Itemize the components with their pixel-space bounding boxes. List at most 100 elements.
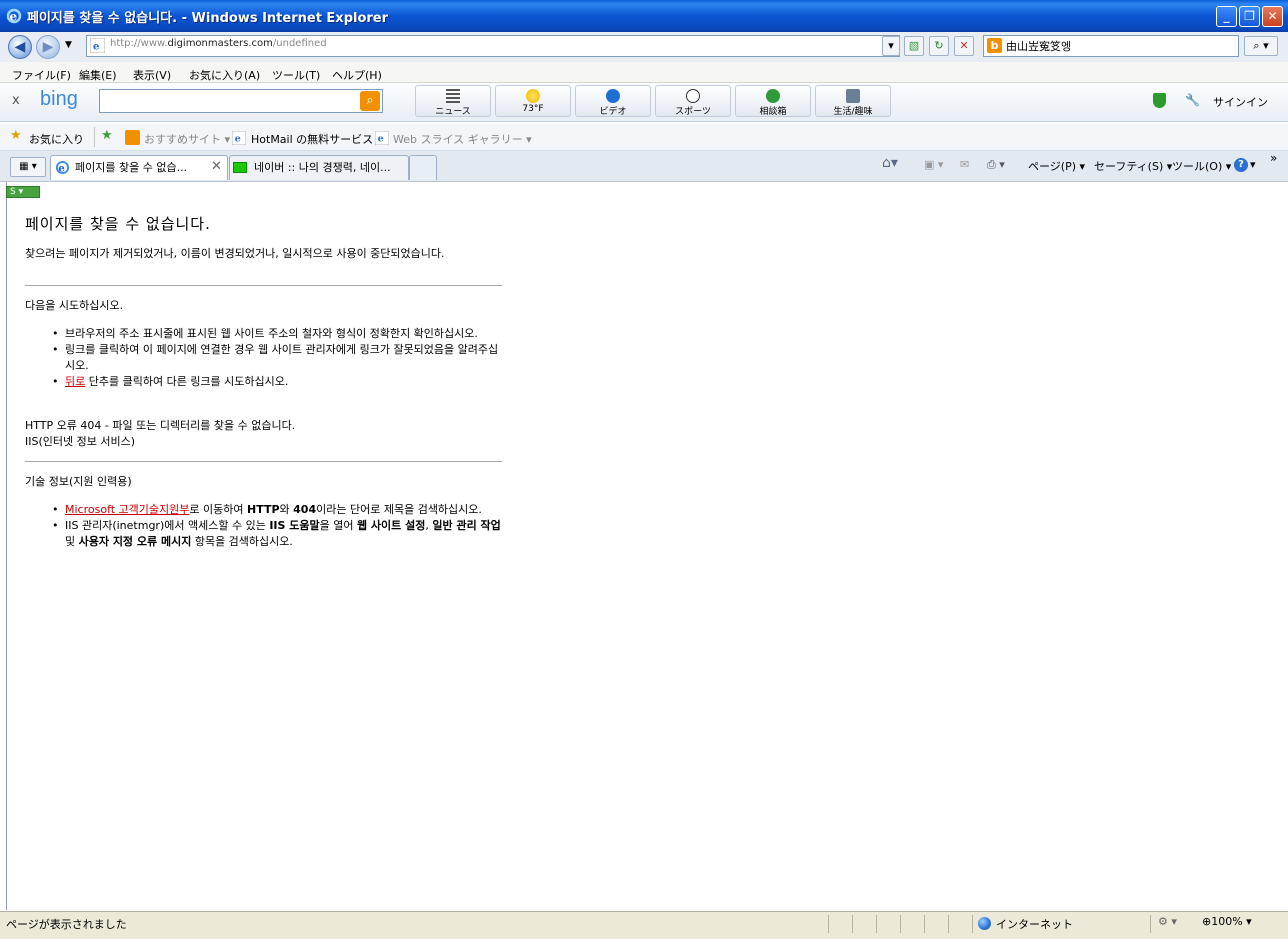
tab-active-label: 페이지를 찾을 수 없습... — [75, 161, 188, 174]
error-line: HTTP 오류 404 - 파일 또는 디렉터리를 찾을 수 없습니다. — [25, 419, 296, 432]
status-divider — [948, 915, 949, 933]
bing-logo: bing — [40, 88, 78, 110]
status-divider — [900, 915, 901, 933]
home-icon[interactable]: ⌂▾ — [882, 155, 898, 171]
menu-file[interactable]: ファイル(F) — [12, 67, 71, 83]
close-button[interactable]: ✕ — [1262, 6, 1283, 27]
address-dropdown-icon[interactable]: ▾ — [882, 36, 900, 56]
safety-menu[interactable]: セーフティ(S) ▾ — [1094, 158, 1172, 174]
addon-badge-icon[interactable]: S ▾ — [6, 186, 40, 198]
forward-button[interactable]: ▶ — [36, 35, 60, 59]
svg-text:e: e — [378, 134, 384, 145]
compat-view-icon[interactable]: ▧ — [904, 36, 924, 56]
bing-search-provider-icon: b — [987, 38, 1002, 53]
tab-active[interactable]: 페이지를 찾을 수 없습... — [50, 155, 228, 180]
security-shield-icon[interactable] — [1153, 93, 1166, 108]
hotmail-ie-icon: e — [232, 131, 246, 145]
more-commands-button[interactable]: » — [1270, 151, 1277, 165]
status-divider — [876, 915, 877, 933]
search-input-value: 由山岦寃笅엥 — [1006, 40, 1072, 53]
menu-view[interactable]: 表示(V) — [133, 67, 171, 83]
tools-menu[interactable]: ツール(O) ▾ — [1172, 158, 1231, 174]
tab-naver-label: 네이버 :: 나의 경쟁력, 네이... — [254, 161, 391, 174]
status-divider — [852, 915, 853, 933]
suggestion-item: 링크를 클릭하여 이 페이지에 연결한 경우 웹 사이트 관리자에게 링크가 잘… — [47, 342, 503, 374]
bing-sports-button[interactable]: スポーツ — [655, 85, 731, 117]
menu-tools[interactable]: ツール(T) — [272, 67, 320, 83]
internet-zone-globe-icon — [978, 917, 991, 930]
page-heading: 페이지를 찾을 수 없습니다. — [25, 215, 211, 233]
tech-item: Microsoft 고객기술지원부로 이동하여 HTTP와 404이라는 단어로… — [47, 502, 503, 518]
bing-search-input[interactable] — [99, 89, 383, 113]
back-button[interactable]: ◀ — [8, 35, 32, 59]
quick-tabs-icon[interactable]: ▦ ▾ — [10, 157, 46, 177]
bing-news-button[interactable]: ニュース — [415, 85, 491, 117]
bing-weather-button[interactable]: 73°F — [495, 85, 571, 117]
add-favorites-icon[interactable]: ★ — [101, 128, 113, 143]
back-link[interactable]: 뒤로 — [65, 375, 85, 388]
status-divider — [828, 915, 829, 933]
suggestion-item: 브라우저의 주소 표시줄에 표시된 웹 사이트 주소의 철자와 형식이 정확한지… — [47, 326, 503, 342]
bing-search-icon[interactable]: ⌕ — [360, 91, 380, 111]
maximize-button[interactable]: ❐ — [1239, 6, 1260, 27]
read-mail-icon[interactable]: ✉ — [960, 158, 969, 171]
status-bar — [0, 911, 1288, 939]
window-title: 페이지를 찾을 수 없습니다. - Windows Internet Explo… — [27, 11, 389, 26]
protected-mode-icon[interactable]: ⚙ ▾ — [1158, 915, 1177, 928]
news-icon — [446, 89, 460, 103]
new-tab-button[interactable] — [409, 155, 437, 180]
fav-item-recommended[interactable]: おすすめサイト ▾ — [144, 131, 230, 147]
security-zone[interactable]: インターネット — [996, 916, 1073, 932]
intro-text: 찾으려는 페이지가 제거되었거나, 이름이 변경되었거나, 일시적으로 사용이 … — [25, 247, 445, 260]
tab-naver[interactable]: 네이버 :: 나의 경쟁력, 네이... — [229, 155, 409, 180]
qa-icon — [766, 89, 780, 103]
iis-line: IIS(인터넷 정보 서비스) — [25, 435, 136, 448]
tech-list: Microsoft 고객기술지원부로 이동하여 HTTP와 404이라는 단어로… — [47, 502, 503, 550]
bing-signin-link[interactable]: サインイン — [1213, 94, 1268, 110]
suggestion-list: 브라우저의 주소 표시줄에 표시된 웹 사이트 주소의 철자와 형식이 정확한지… — [47, 326, 503, 390]
tab-close-icon[interactable]: ✕ — [211, 159, 222, 174]
cup-icon — [846, 89, 860, 103]
divider-1 — [25, 285, 502, 286]
try-heading: 다음을 시도하십시오. — [25, 299, 124, 312]
refresh-icon[interactable]: ↻ — [929, 36, 949, 56]
stop-icon[interactable]: ✕ — [954, 36, 974, 56]
ms-support-link[interactable]: Microsoft 고객기술지원부 — [65, 503, 189, 516]
menu-help[interactable]: ヘルプ(H) — [332, 67, 382, 83]
fav-item-webslice[interactable]: Web スライス ギャラリー ▾ — [393, 131, 532, 147]
title-bar: e 페이지를 찾을 수 없습니다. - Windows Internet Exp… — [0, 0, 1288, 32]
sports-ball-icon — [686, 89, 700, 103]
favorites-divider — [94, 127, 95, 147]
help-dropdown-icon[interactable]: ▾ — [1250, 158, 1256, 171]
status-divider — [972, 915, 973, 933]
bing-qa-button[interactable]: 相談箱 — [735, 85, 811, 117]
bing-fav-icon — [125, 130, 140, 145]
favorites-star-icon: ★ — [10, 128, 22, 143]
bing-lifestyle-button[interactable]: 生活/趣味 — [815, 85, 891, 117]
divider-2 — [25, 461, 502, 462]
wrench-icon[interactable]: 🔧 — [1185, 93, 1200, 107]
menu-edit[interactable]: 編集(E) — [79, 67, 117, 83]
menu-favorites[interactable]: お気に入り(A) — [189, 67, 260, 83]
weather-sun-icon — [526, 89, 540, 103]
status-text: ページが表示されました — [6, 918, 127, 931]
bing-toolbar-close[interactable]: x — [12, 93, 20, 108]
history-dropdown-icon[interactable]: ▼ — [65, 40, 72, 50]
tab-ie-icon: e — [55, 160, 70, 175]
fav-item-hotmail[interactable]: HotMail の無料サービス — [251, 131, 373, 147]
tech-heading: 기술 정보(지원 인력용) — [25, 475, 132, 488]
help-icon[interactable]: ? — [1234, 158, 1248, 172]
zoom-level[interactable]: ⊕100% ▾ — [1202, 915, 1252, 928]
print-icon[interactable]: ⎙ ▾ — [987, 158, 1005, 172]
svg-text:e: e — [93, 40, 100, 52]
bing-video-button[interactable]: ビデオ — [575, 85, 651, 117]
status-divider — [1150, 915, 1151, 933]
page-menu[interactable]: ページ(P) ▾ — [1028, 158, 1085, 174]
minimize-button[interactable]: _ — [1216, 6, 1237, 27]
status-divider — [924, 915, 925, 933]
video-icon — [606, 89, 620, 103]
favorites-button[interactable]: お気に入り — [29, 131, 84, 147]
naver-favicon-icon — [233, 162, 247, 173]
feeds-icon[interactable]: ▣ ▾ — [924, 158, 943, 171]
search-go-icon[interactable]: ⌕ ▾ — [1244, 36, 1278, 56]
